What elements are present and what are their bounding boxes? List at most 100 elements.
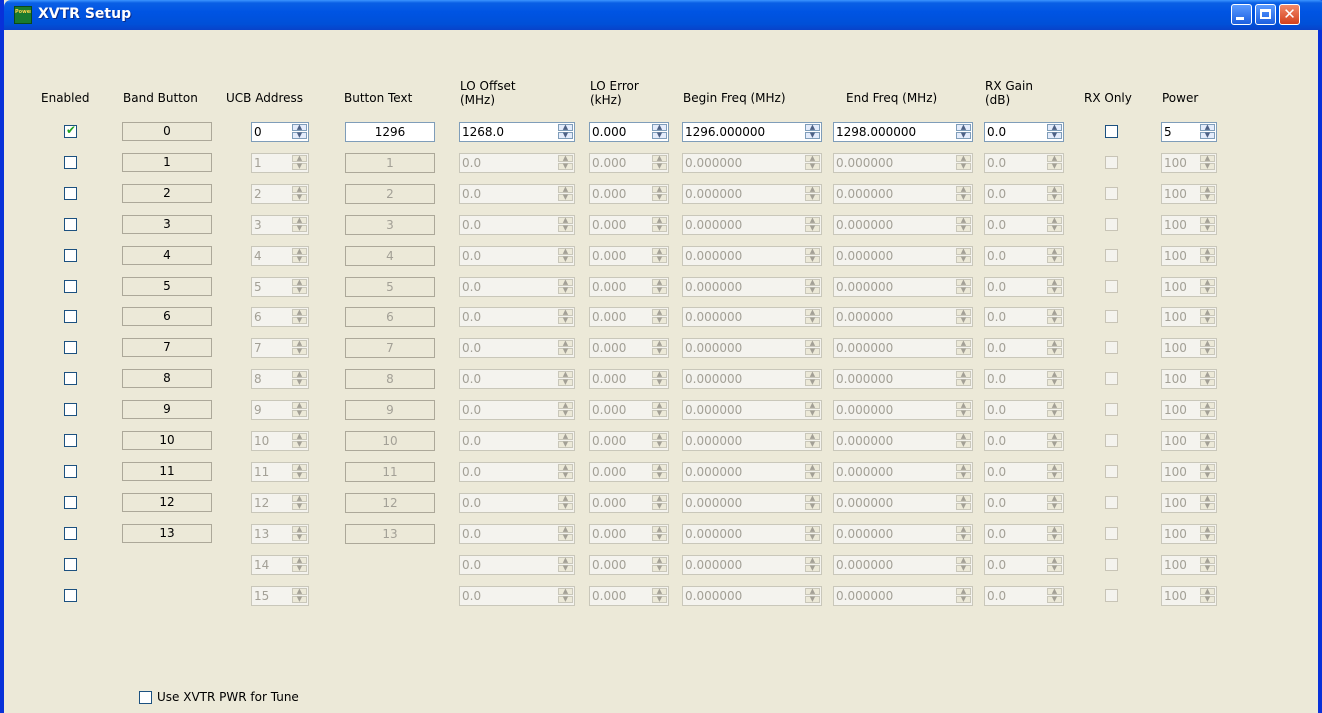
ucb-address-spinner[interactable]: 1 ▲ ▼ bbox=[251, 153, 309, 173]
begin-freq-spinner[interactable]: 0.000000 ▲ ▼ bbox=[682, 184, 822, 204]
spin-up-icon[interactable]: ▲ bbox=[292, 186, 307, 193]
spin-up-icon[interactable]: ▲ bbox=[292, 155, 307, 162]
button-text-field[interactable]: 7 bbox=[345, 338, 435, 358]
spin-up-icon[interactable]: ▲ bbox=[956, 124, 971, 131]
spin-down-icon[interactable]: ▼ bbox=[1200, 287, 1215, 294]
spin-up-icon[interactable]: ▲ bbox=[1200, 279, 1215, 286]
power-spinner-arrows[interactable]: ▲ ▼ bbox=[1200, 340, 1215, 356]
begin-freq-spinner-arrows[interactable]: ▲ ▼ bbox=[805, 186, 820, 202]
spin-down-icon[interactable]: ▼ bbox=[558, 379, 573, 386]
end-freq-spinner[interactable]: 0.000000 ▲ ▼ bbox=[833, 184, 973, 204]
button-text-field[interactable]: 8 bbox=[345, 369, 435, 389]
end-freq-spinner-arrows[interactable]: ▲ ▼ bbox=[956, 526, 971, 542]
spin-down-icon[interactable]: ▼ bbox=[956, 379, 971, 386]
spin-down-icon[interactable]: ▼ bbox=[1200, 256, 1215, 263]
spin-up-icon[interactable]: ▲ bbox=[652, 340, 667, 347]
spin-down-icon[interactable]: ▼ bbox=[956, 472, 971, 479]
spin-up-icon[interactable]: ▲ bbox=[956, 371, 971, 378]
begin-freq-spinner-arrows[interactable]: ▲ ▼ bbox=[805, 495, 820, 511]
rx-gain-spinner-arrows[interactable]: ▲ ▼ bbox=[1047, 217, 1062, 233]
close-button[interactable]: ✕ bbox=[1279, 4, 1300, 25]
begin-freq-spinner[interactable]: 0.000000 ▲ ▼ bbox=[682, 215, 822, 235]
rx-gain-spinner[interactable]: 0.0 ▲ ▼ bbox=[984, 122, 1064, 142]
begin-freq-spinner-arrows[interactable]: ▲ ▼ bbox=[805, 309, 820, 325]
enabled-checkbox[interactable] bbox=[64, 249, 77, 262]
rx-only-checkbox[interactable] bbox=[1105, 156, 1118, 169]
spin-up-icon[interactable]: ▲ bbox=[652, 124, 667, 131]
lo-offset-spinner[interactable]: 1268.0 ▲ ▼ bbox=[459, 122, 575, 142]
spin-up-icon[interactable]: ▲ bbox=[652, 526, 667, 533]
spin-down-icon[interactable]: ▼ bbox=[956, 441, 971, 448]
spin-down-icon[interactable]: ▼ bbox=[652, 379, 667, 386]
power-spinner-arrows[interactable]: ▲ ▼ bbox=[1200, 557, 1215, 573]
spin-up-icon[interactable]: ▲ bbox=[805, 248, 820, 255]
button-text-field[interactable]: 5 bbox=[345, 277, 435, 297]
spin-up-icon[interactable]: ▲ bbox=[652, 588, 667, 595]
lo-offset-spinner[interactable]: 0.0 ▲ ▼ bbox=[459, 184, 575, 204]
spin-up-icon[interactable]: ▲ bbox=[1200, 464, 1215, 471]
lo-offset-spinner[interactable]: 0.0 ▲ ▼ bbox=[459, 431, 575, 451]
spin-down-icon[interactable]: ▼ bbox=[558, 348, 573, 355]
spin-up-icon[interactable]: ▲ bbox=[956, 186, 971, 193]
begin-freq-spinner[interactable]: 0.000000 ▲ ▼ bbox=[682, 555, 822, 575]
end-freq-spinner[interactable]: 0.000000 ▲ ▼ bbox=[833, 215, 973, 235]
spin-down-icon[interactable]: ▼ bbox=[652, 410, 667, 417]
end-freq-spinner[interactable]: 0.000000 ▲ ▼ bbox=[833, 524, 973, 544]
spin-up-icon[interactable]: ▲ bbox=[558, 124, 573, 131]
enabled-checkbox[interactable] bbox=[64, 558, 77, 571]
lo-error-spinner[interactable]: 0.000 ▲ ▼ bbox=[589, 369, 669, 389]
lo-error-spinner-arrows[interactable]: ▲ ▼ bbox=[652, 309, 667, 325]
spin-up-icon[interactable]: ▲ bbox=[956, 279, 971, 286]
rx-only-checkbox[interactable] bbox=[1105, 403, 1118, 416]
lo-error-spinner[interactable]: 0.000 ▲ ▼ bbox=[589, 184, 669, 204]
spin-down-icon[interactable]: ▼ bbox=[956, 194, 971, 201]
spin-down-icon[interactable]: ▼ bbox=[652, 225, 667, 232]
spin-up-icon[interactable]: ▲ bbox=[292, 433, 307, 440]
ucb-address-spinner-arrows[interactable]: ▲ ▼ bbox=[292, 588, 307, 604]
ucb-address-spinner[interactable]: 13 ▲ ▼ bbox=[251, 524, 309, 544]
begin-freq-spinner[interactable]: 0.000000 ▲ ▼ bbox=[682, 246, 822, 266]
button-text-field[interactable]: 13 bbox=[345, 524, 435, 544]
rx-gain-spinner[interactable]: 0.0 ▲ ▼ bbox=[984, 277, 1064, 297]
begin-freq-spinner[interactable]: 0.000000 ▲ ▼ bbox=[682, 307, 822, 327]
spin-up-icon[interactable]: ▲ bbox=[1047, 557, 1062, 564]
lo-error-spinner[interactable]: 0.000 ▲ ▼ bbox=[589, 122, 669, 142]
spin-up-icon[interactable]: ▲ bbox=[558, 464, 573, 471]
rx-only-checkbox[interactable] bbox=[1105, 372, 1118, 385]
spin-down-icon[interactable]: ▼ bbox=[292, 596, 307, 603]
spin-down-icon[interactable]: ▼ bbox=[1047, 317, 1062, 324]
spin-up-icon[interactable]: ▲ bbox=[1047, 526, 1062, 533]
spin-down-icon[interactable]: ▼ bbox=[652, 287, 667, 294]
spin-up-icon[interactable]: ▲ bbox=[652, 495, 667, 502]
spin-down-icon[interactable]: ▼ bbox=[805, 441, 820, 448]
spin-down-icon[interactable]: ▼ bbox=[558, 472, 573, 479]
end-freq-spinner[interactable]: 0.000000 ▲ ▼ bbox=[833, 400, 973, 420]
enabled-checkbox[interactable] bbox=[64, 341, 77, 354]
spin-up-icon[interactable]: ▲ bbox=[1047, 433, 1062, 440]
ucb-address-spinner[interactable]: 2 ▲ ▼ bbox=[251, 184, 309, 204]
spin-down-icon[interactable]: ▼ bbox=[956, 348, 971, 355]
band-button[interactable]: 8 bbox=[122, 369, 212, 388]
spin-down-icon[interactable]: ▼ bbox=[1200, 348, 1215, 355]
spin-up-icon[interactable]: ▲ bbox=[292, 309, 307, 316]
lo-offset-spinner[interactable]: 0.0 ▲ ▼ bbox=[459, 400, 575, 420]
begin-freq-spinner-arrows[interactable]: ▲ ▼ bbox=[805, 402, 820, 418]
spin-up-icon[interactable]: ▲ bbox=[1047, 464, 1062, 471]
rx-gain-spinner-arrows[interactable]: ▲ ▼ bbox=[1047, 433, 1062, 449]
spin-down-icon[interactable]: ▼ bbox=[1047, 348, 1062, 355]
button-text-field[interactable]: 1 bbox=[345, 153, 435, 173]
spin-down-icon[interactable]: ▼ bbox=[1200, 410, 1215, 417]
rx-gain-spinner[interactable]: 0.0 ▲ ▼ bbox=[984, 555, 1064, 575]
use-xvtr-pwr-checkbox[interactable] bbox=[139, 691, 152, 704]
power-spinner[interactable]: 100 ▲ ▼ bbox=[1161, 555, 1217, 575]
begin-freq-spinner-arrows[interactable]: ▲ ▼ bbox=[805, 588, 820, 604]
lo-offset-spinner-arrows[interactable]: ▲ ▼ bbox=[558, 124, 573, 140]
end-freq-spinner[interactable]: 0.000000 ▲ ▼ bbox=[833, 462, 973, 482]
begin-freq-spinner[interactable]: 0.000000 ▲ ▼ bbox=[682, 338, 822, 358]
spin-down-icon[interactable]: ▼ bbox=[652, 441, 667, 448]
spin-down-icon[interactable]: ▼ bbox=[558, 441, 573, 448]
begin-freq-spinner-arrows[interactable]: ▲ ▼ bbox=[805, 557, 820, 573]
begin-freq-spinner[interactable]: 0.000000 ▲ ▼ bbox=[682, 462, 822, 482]
spin-down-icon[interactable]: ▼ bbox=[956, 410, 971, 417]
lo-offset-spinner-arrows[interactable]: ▲ ▼ bbox=[558, 248, 573, 264]
